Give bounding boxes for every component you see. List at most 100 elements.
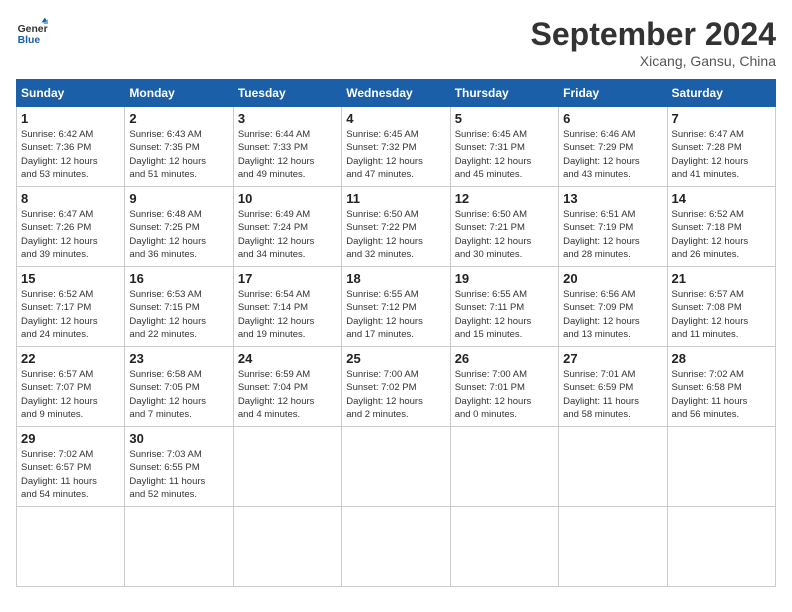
calendar-day-cell: 2 Sunrise: 6:43 AM Sunset: 7:35 PM Daylig… bbox=[125, 107, 233, 187]
calendar-table: SundayMondayTuesdayWednesdayThursdayFrid… bbox=[16, 79, 776, 587]
svg-text:Blue: Blue bbox=[18, 35, 41, 46]
calendar-day-cell: 23 Sunrise: 6:58 AM Sunset: 7:05 PM Dayli… bbox=[125, 347, 233, 427]
day-number: 23 bbox=[129, 351, 228, 366]
day-info: Sunrise: 6:52 AM Sunset: 7:18 PM Dayligh… bbox=[672, 208, 771, 261]
day-number: 14 bbox=[672, 191, 771, 206]
day-number: 24 bbox=[238, 351, 337, 366]
calendar-cell bbox=[559, 427, 667, 507]
calendar-week-row: 15 Sunrise: 6:52 AM Sunset: 7:17 PM Dayli… bbox=[17, 267, 776, 347]
day-number: 27 bbox=[563, 351, 662, 366]
weekday-header-saturday: Saturday bbox=[667, 80, 775, 107]
day-number: 18 bbox=[346, 271, 445, 286]
calendar-day-cell: 24 Sunrise: 6:59 AM Sunset: 7:04 PM Dayli… bbox=[233, 347, 341, 427]
calendar-day-cell: 21 Sunrise: 6:57 AM Sunset: 7:08 PM Dayli… bbox=[667, 267, 775, 347]
calendar-day-cell: 20Sunrise: 6:56 AM Sunset: 7:09 PM Dayli… bbox=[559, 267, 667, 347]
calendar-day-cell: 17 Sunrise: 6:54 AM Sunset: 7:14 PM Dayli… bbox=[233, 267, 341, 347]
title-area: September 2024 Xicang, Gansu, China bbox=[531, 16, 776, 69]
weekday-header-friday: Friday bbox=[559, 80, 667, 107]
day-info: Sunrise: 6:58 AM Sunset: 7:05 PM Dayligh… bbox=[129, 368, 228, 421]
calendar-day-cell: 11Sunrise: 6:50 AM Sunset: 7:22 PM Dayli… bbox=[342, 187, 450, 267]
day-number: 22 bbox=[21, 351, 120, 366]
day-number: 28 bbox=[672, 351, 771, 366]
calendar-week-row: 22Sunrise: 6:57 AM Sunset: 7:07 PM Dayli… bbox=[17, 347, 776, 427]
weekday-header-monday: Monday bbox=[125, 80, 233, 107]
calendar-day-cell: 1Sunrise: 6:42 AM Sunset: 7:36 PM Daylig… bbox=[17, 107, 125, 187]
day-number: 26 bbox=[455, 351, 554, 366]
weekday-header-tuesday: Tuesday bbox=[233, 80, 341, 107]
day-info: Sunrise: 6:50 AM Sunset: 7:21 PM Dayligh… bbox=[455, 208, 554, 261]
day-info: Sunrise: 7:02 AM Sunset: 6:58 PM Dayligh… bbox=[672, 368, 771, 421]
day-info: Sunrise: 6:57 AM Sunset: 7:08 PM Dayligh… bbox=[672, 288, 771, 341]
day-number: 11 bbox=[346, 191, 445, 206]
day-number: 25 bbox=[346, 351, 445, 366]
day-number: 30 bbox=[129, 431, 228, 446]
day-info: Sunrise: 6:55 AM Sunset: 7:12 PM Dayligh… bbox=[346, 288, 445, 341]
day-number: 17 bbox=[238, 271, 337, 286]
calendar-week-row bbox=[17, 507, 776, 587]
day-info: Sunrise: 6:45 AM Sunset: 7:31 PM Dayligh… bbox=[455, 128, 554, 181]
day-info: Sunrise: 6:44 AM Sunset: 7:33 PM Dayligh… bbox=[238, 128, 337, 181]
day-info: Sunrise: 6:55 AM Sunset: 7:11 PM Dayligh… bbox=[455, 288, 554, 341]
day-info: Sunrise: 6:43 AM Sunset: 7:35 PM Dayligh… bbox=[129, 128, 228, 181]
calendar-day-cell: 14 Sunrise: 6:52 AM Sunset: 7:18 PM Dayli… bbox=[667, 187, 775, 267]
day-number: 12 bbox=[455, 191, 554, 206]
weekday-header-wednesday: Wednesday bbox=[342, 80, 450, 107]
calendar-cell bbox=[17, 507, 125, 587]
day-info: Sunrise: 6:47 AM Sunset: 7:26 PM Dayligh… bbox=[21, 208, 120, 261]
day-number: 8 bbox=[21, 191, 120, 206]
calendar-day-cell: 22Sunrise: 6:57 AM Sunset: 7:07 PM Dayli… bbox=[17, 347, 125, 427]
day-info: Sunrise: 7:00 AM Sunset: 7:01 PM Dayligh… bbox=[455, 368, 554, 421]
day-number: 15 bbox=[21, 271, 120, 286]
day-info: Sunrise: 6:48 AM Sunset: 7:25 PM Dayligh… bbox=[129, 208, 228, 261]
day-number: 21 bbox=[672, 271, 771, 286]
day-info: Sunrise: 6:46 AM Sunset: 7:29 PM Dayligh… bbox=[563, 128, 662, 181]
calendar-cell bbox=[233, 427, 341, 507]
day-number: 9 bbox=[129, 191, 228, 206]
calendar-cell bbox=[233, 507, 341, 587]
calendar-day-cell: 7Sunrise: 6:47 AM Sunset: 7:28 PM Daylig… bbox=[667, 107, 775, 187]
page-header: General Blue September 2024 Xicang, Gans… bbox=[16, 16, 776, 69]
calendar-day-cell: 12 Sunrise: 6:50 AM Sunset: 7:21 PM Dayli… bbox=[450, 187, 558, 267]
day-info: Sunrise: 6:54 AM Sunset: 7:14 PM Dayligh… bbox=[238, 288, 337, 341]
day-info: Sunrise: 7:02 AM Sunset: 6:57 PM Dayligh… bbox=[21, 448, 120, 501]
day-number: 29 bbox=[21, 431, 120, 446]
calendar-day-cell: 5 Sunrise: 6:45 AM Sunset: 7:31 PM Daylig… bbox=[450, 107, 558, 187]
calendar-cell bbox=[450, 427, 558, 507]
calendar-day-cell: 10Sunrise: 6:49 AM Sunset: 7:24 PM Dayli… bbox=[233, 187, 341, 267]
calendar-cell bbox=[342, 427, 450, 507]
calendar-day-cell: 26 Sunrise: 7:00 AM Sunset: 7:01 PM Dayli… bbox=[450, 347, 558, 427]
day-info: Sunrise: 6:49 AM Sunset: 7:24 PM Dayligh… bbox=[238, 208, 337, 261]
calendar-day-cell: 4Sunrise: 6:45 AM Sunset: 7:32 PM Daylig… bbox=[342, 107, 450, 187]
logo: General Blue bbox=[16, 16, 48, 48]
day-info: Sunrise: 6:53 AM Sunset: 7:15 PM Dayligh… bbox=[129, 288, 228, 341]
calendar-day-cell: 16 Sunrise: 6:53 AM Sunset: 7:15 PM Dayli… bbox=[125, 267, 233, 347]
day-number: 16 bbox=[129, 271, 228, 286]
day-info: Sunrise: 7:01 AM Sunset: 6:59 PM Dayligh… bbox=[563, 368, 662, 421]
day-info: Sunrise: 6:59 AM Sunset: 7:04 PM Dayligh… bbox=[238, 368, 337, 421]
calendar-day-cell: 30 Sunrise: 7:03 AM Sunset: 6:55 PM Dayli… bbox=[125, 427, 233, 507]
calendar-day-cell: 13Sunrise: 6:51 AM Sunset: 7:19 PM Dayli… bbox=[559, 187, 667, 267]
calendar-day-cell: 25 Sunrise: 7:00 AM Sunset: 7:02 PM Dayli… bbox=[342, 347, 450, 427]
day-info: Sunrise: 7:03 AM Sunset: 6:55 PM Dayligh… bbox=[129, 448, 228, 501]
calendar-day-cell: 3 Sunrise: 6:44 AM Sunset: 7:33 PM Daylig… bbox=[233, 107, 341, 187]
day-info: Sunrise: 7:00 AM Sunset: 7:02 PM Dayligh… bbox=[346, 368, 445, 421]
calendar-day-cell: 9 Sunrise: 6:48 AM Sunset: 7:25 PM Daylig… bbox=[125, 187, 233, 267]
weekday-header-thursday: Thursday bbox=[450, 80, 558, 107]
calendar-day-cell: 6Sunrise: 6:46 AM Sunset: 7:29 PM Daylig… bbox=[559, 107, 667, 187]
day-number: 5 bbox=[455, 111, 554, 126]
month-title: September 2024 bbox=[531, 16, 776, 53]
calendar-cell bbox=[342, 507, 450, 587]
logo-icon: General Blue bbox=[16, 16, 48, 48]
location: Xicang, Gansu, China bbox=[531, 53, 776, 69]
day-number: 3 bbox=[238, 111, 337, 126]
calendar-day-cell: 8 Sunrise: 6:47 AM Sunset: 7:26 PM Daylig… bbox=[17, 187, 125, 267]
day-info: Sunrise: 6:56 AM Sunset: 7:09 PM Dayligh… bbox=[563, 288, 662, 341]
calendar-day-cell: 19Sunrise: 6:55 AM Sunset: 7:11 PM Dayli… bbox=[450, 267, 558, 347]
day-info: Sunrise: 6:52 AM Sunset: 7:17 PM Dayligh… bbox=[21, 288, 120, 341]
day-number: 2 bbox=[129, 111, 228, 126]
weekday-header-sunday: Sunday bbox=[17, 80, 125, 107]
calendar-day-cell: 28 Sunrise: 7:02 AM Sunset: 6:58 PM Dayli… bbox=[667, 347, 775, 427]
calendar-cell bbox=[450, 507, 558, 587]
calendar-cell bbox=[667, 507, 775, 587]
calendar-cell bbox=[125, 507, 233, 587]
